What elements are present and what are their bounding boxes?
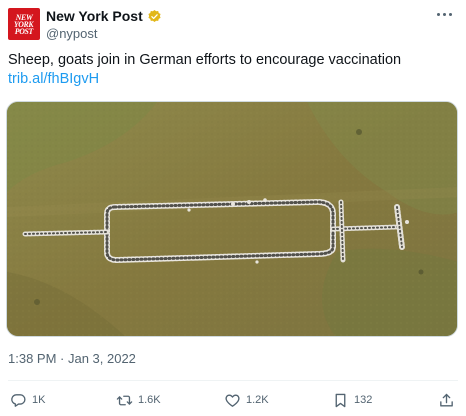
like-icon (225, 394, 240, 407)
share-icon (440, 393, 453, 406)
action-bar: 1K 1.6K 1.2K 132 (0, 388, 466, 412)
share-button[interactable] (438, 388, 455, 412)
more-dot (442, 12, 446, 16)
more-dot (448, 12, 452, 16)
author-name-row: New York Post (46, 8, 162, 24)
divider (8, 380, 458, 381)
reply-button[interactable]: 1K (10, 388, 45, 412)
tweet-text: Sheep, goats join in German efforts to e… (8, 52, 402, 68)
tweet-timestamp[interactable]: 1:38 PM · Jan 3, 2022 (8, 351, 136, 366)
like-count: 1.2K (246, 394, 269, 406)
like-button[interactable]: 1.2K (224, 388, 269, 412)
reply-count: 1K (32, 394, 46, 406)
avatar[interactable]: NEW YORK POST (8, 8, 40, 40)
more-dot (436, 12, 440, 16)
reply-icon (11, 393, 26, 407)
bookmark-button[interactable]: 132 (332, 388, 372, 412)
tweet-photo[interactable] (6, 101, 458, 337)
handle[interactable]: @nypost (46, 26, 98, 41)
syringe-field-image (7, 102, 457, 336)
retweet-icon (116, 395, 133, 405)
avatar-logo-line: POST (14, 25, 34, 36)
bookmark-icon (335, 393, 346, 407)
display-name[interactable]: New York Post (46, 8, 143, 24)
retweet-button[interactable]: 1.6K (116, 388, 161, 412)
tweet-card: NEW YORK POST New York Post @nypost Shee… (0, 0, 466, 416)
more-icon[interactable] (432, 6, 456, 22)
tweet-link[interactable]: trib.al/fhBIgvH (8, 71, 99, 87)
retweet-count: 1.6K (138, 394, 161, 406)
bookmark-count: 132 (354, 394, 373, 406)
verified-badge-icon (148, 9, 161, 22)
